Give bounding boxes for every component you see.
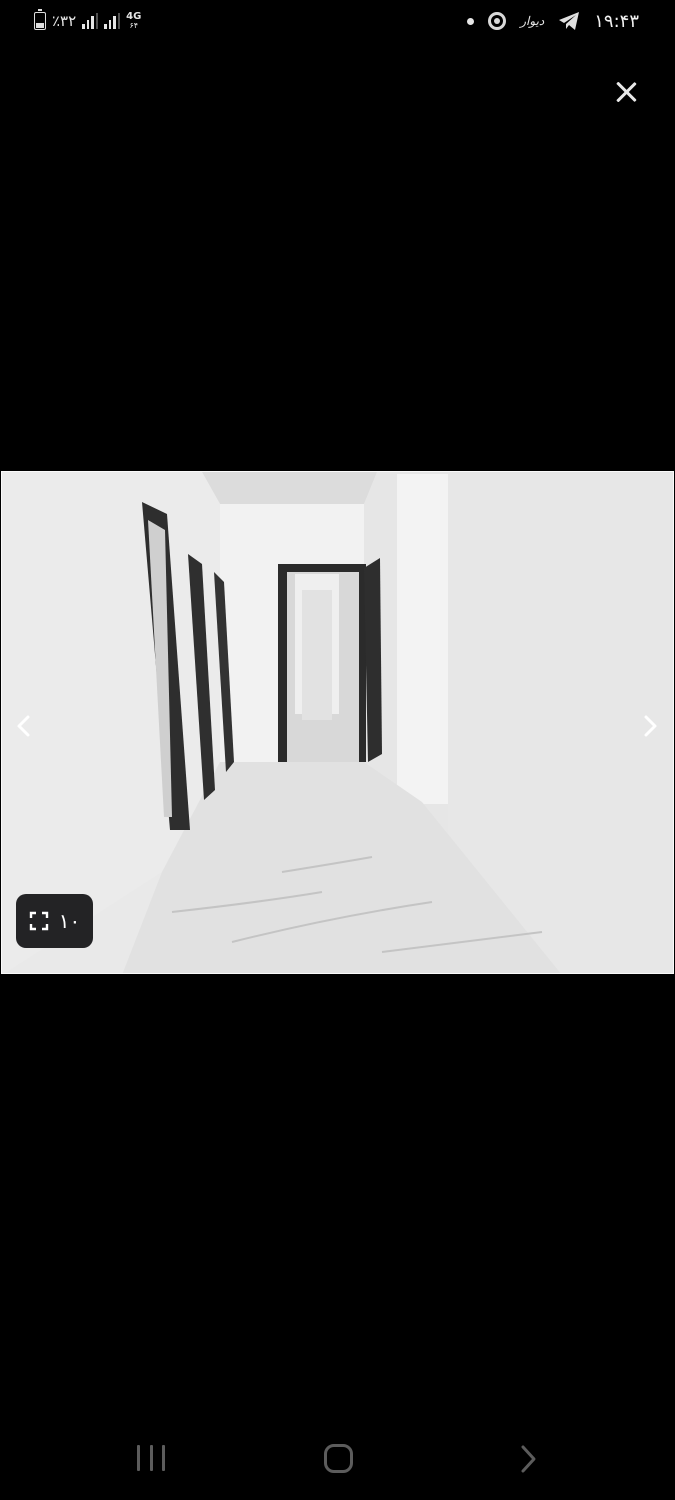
telegram-icon (559, 12, 580, 30)
chrome-icon (488, 12, 507, 30)
fullscreen-icon (29, 911, 48, 931)
close-button[interactable] (610, 76, 642, 108)
status-right-group: دیوار ۱۹:۴۳ (467, 8, 639, 34)
next-image-button[interactable] (632, 702, 668, 750)
chevron-left-icon (17, 715, 30, 737)
system-nav-bar (0, 1420, 675, 1500)
gallery-photo (1, 471, 674, 974)
battery-icon (34, 9, 46, 30)
status-clock: ۱۹:۴۳ (594, 10, 639, 32)
network-type: 4G ۶۴ (126, 11, 142, 31)
image-count: ۱۰ (58, 909, 81, 933)
back-button[interactable] (512, 1443, 544, 1475)
recent-apps-button[interactable] (137, 1445, 165, 1471)
image-count-badge[interactable]: ۱۰ (16, 894, 93, 948)
hallway-photo-illustration (2, 472, 673, 973)
signal-icon (104, 13, 121, 29)
previous-image-button[interactable] (6, 702, 42, 750)
divar-notification-icon: دیوار (520, 14, 545, 28)
signal-icon (82, 13, 99, 29)
status-left-group: ٪۳۲ 4G ۶۴ (34, 9, 141, 33)
chevron-right-icon (644, 715, 657, 737)
notification-dot-icon (467, 17, 475, 25)
battery-percentage: ٪۳۲ (52, 12, 77, 30)
home-button[interactable] (324, 1444, 353, 1473)
status-bar: ٪۳۲ 4G ۶۴ دیوار ۱۹:۴۳ (0, 0, 675, 44)
